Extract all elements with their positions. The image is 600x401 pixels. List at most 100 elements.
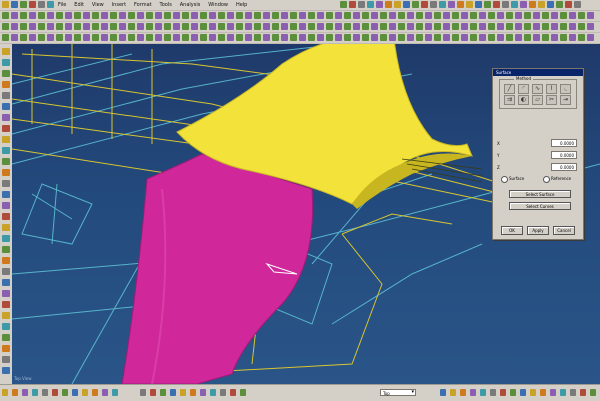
view-select[interactable]: Top bbox=[380, 389, 416, 396]
geometry-tool-icon[interactable] bbox=[398, 23, 405, 30]
standard-tool-icon[interactable] bbox=[371, 12, 378, 19]
standard-tool-icon[interactable] bbox=[191, 12, 198, 19]
view-tool-icon[interactable] bbox=[137, 34, 144, 41]
standard-tool-icon[interactable] bbox=[155, 12, 162, 19]
view-tool-icon[interactable] bbox=[335, 34, 342, 41]
view-tool-icon[interactable] bbox=[254, 34, 261, 41]
view-tool-icon[interactable] bbox=[299, 34, 306, 41]
view-tool-icon[interactable] bbox=[83, 34, 90, 41]
view-tool-icon[interactable] bbox=[515, 34, 522, 41]
geometry-tool-icon[interactable] bbox=[425, 23, 432, 30]
view-tool-icon[interactable] bbox=[403, 1, 410, 8]
standard-tool-icon[interactable] bbox=[74, 12, 81, 19]
blend-tool-icon[interactable]: ◐ bbox=[518, 95, 529, 105]
geometry-tool-icon[interactable] bbox=[344, 23, 351, 30]
standard-tool-icon[interactable] bbox=[38, 12, 45, 19]
view-tool-icon[interactable] bbox=[218, 34, 225, 41]
view-tool-icon[interactable] bbox=[443, 34, 450, 41]
y-field[interactable]: 0.0000 bbox=[551, 151, 577, 159]
standard-tool-icon[interactable] bbox=[470, 12, 477, 19]
view-tool-icon[interactable] bbox=[560, 34, 567, 41]
geometry-tool-icon[interactable] bbox=[137, 23, 144, 30]
geometry-tool-icon[interactable] bbox=[389, 23, 396, 30]
view-tool-icon[interactable] bbox=[110, 34, 117, 41]
menu-analysis[interactable]: Analysis bbox=[180, 2, 201, 8]
status-tool-icon[interactable] bbox=[220, 389, 226, 396]
geometry-tool-icon[interactable] bbox=[497, 23, 504, 30]
view-tool-icon[interactable] bbox=[547, 1, 554, 8]
view-tool-icon[interactable] bbox=[11, 34, 18, 41]
view-tool-icon[interactable] bbox=[74, 34, 81, 41]
standard-tool-icon[interactable] bbox=[272, 12, 279, 19]
view-tool-icon[interactable] bbox=[173, 34, 180, 41]
standard-tool-icon[interactable] bbox=[47, 12, 54, 19]
geometry-tool-icon[interactable] bbox=[434, 23, 441, 30]
standard-tool-icon[interactable] bbox=[542, 12, 549, 19]
geometry-tool-icon[interactable] bbox=[479, 23, 486, 30]
view-tool-icon[interactable] bbox=[146, 34, 153, 41]
arc-tool-icon[interactable]: ◜ bbox=[518, 84, 529, 94]
standard-tool-icon[interactable] bbox=[326, 12, 333, 19]
geometry-tool-icon[interactable] bbox=[56, 23, 63, 30]
geometry-tool-icon[interactable] bbox=[209, 23, 216, 30]
standard-tool-icon[interactable] bbox=[578, 12, 585, 19]
status-tool-icon[interactable] bbox=[550, 389, 556, 396]
standard-tool-icon[interactable] bbox=[497, 12, 504, 19]
view-tool-icon[interactable] bbox=[506, 34, 513, 41]
standard-tool-icon[interactable] bbox=[587, 12, 594, 19]
status-tool-icon[interactable] bbox=[560, 389, 566, 396]
status-tool-icon[interactable] bbox=[240, 389, 246, 396]
view-tool-icon[interactable] bbox=[47, 34, 54, 41]
standard-tool-icon[interactable] bbox=[425, 12, 432, 19]
geometry-tool-icon[interactable] bbox=[83, 23, 90, 30]
view-tool-icon[interactable] bbox=[425, 34, 432, 41]
geometry-tool-icon[interactable] bbox=[191, 23, 198, 30]
geometry-tool-icon[interactable] bbox=[128, 23, 135, 30]
standard-tool-icon[interactable] bbox=[218, 12, 225, 19]
view-tool-icon[interactable] bbox=[497, 34, 504, 41]
standard-tool-icon[interactable] bbox=[335, 12, 342, 19]
view-tool-icon[interactable] bbox=[2, 34, 9, 41]
sketch-tool-icon[interactable] bbox=[2, 224, 10, 231]
file-tool-icon[interactable] bbox=[11, 1, 18, 8]
sketch-tool-icon[interactable] bbox=[2, 279, 10, 286]
status-tool-icon[interactable] bbox=[200, 389, 206, 396]
select-surface-button[interactable]: Select Surface bbox=[509, 190, 571, 198]
view-tool-icon[interactable] bbox=[421, 1, 428, 8]
status-tool-icon[interactable] bbox=[570, 389, 576, 396]
geometry-tool-icon[interactable] bbox=[47, 23, 54, 30]
standard-tool-icon[interactable] bbox=[461, 12, 468, 19]
line-tool-icon[interactable]: ╱ bbox=[504, 84, 515, 94]
view-tool-icon[interactable] bbox=[308, 34, 315, 41]
sketch-tool-icon[interactable] bbox=[2, 81, 10, 88]
file-tool-icon[interactable] bbox=[38, 1, 45, 8]
view-tool-icon[interactable] bbox=[394, 1, 401, 8]
status-tool-icon[interactable] bbox=[102, 389, 108, 396]
geometry-tool-icon[interactable] bbox=[173, 23, 180, 30]
standard-tool-icon[interactable] bbox=[119, 12, 126, 19]
geometry-tool-icon[interactable] bbox=[254, 23, 261, 30]
extend-tool-icon[interactable]: ⇥ bbox=[560, 95, 571, 105]
view-tool-icon[interactable] bbox=[290, 34, 297, 41]
geometry-tool-icon[interactable] bbox=[155, 23, 162, 30]
status-tool-icon[interactable] bbox=[12, 389, 18, 396]
geometry-tool-icon[interactable] bbox=[119, 23, 126, 30]
file-tool-icon[interactable] bbox=[47, 1, 54, 8]
sketch-tool-icon[interactable] bbox=[2, 290, 10, 297]
view-tool-icon[interactable] bbox=[452, 34, 459, 41]
status-tool-icon[interactable] bbox=[180, 389, 186, 396]
view-tool-icon[interactable] bbox=[376, 1, 383, 8]
standard-tool-icon[interactable] bbox=[380, 12, 387, 19]
standard-tool-icon[interactable] bbox=[569, 12, 576, 19]
standard-tool-icon[interactable] bbox=[506, 12, 513, 19]
view-tool-icon[interactable] bbox=[182, 34, 189, 41]
menu-help[interactable]: Help bbox=[236, 2, 247, 8]
geometry-tool-icon[interactable] bbox=[416, 23, 423, 30]
spline-tool-icon[interactable]: ⌇ bbox=[546, 84, 557, 94]
sketch-tool-icon[interactable] bbox=[2, 191, 10, 198]
status-tool-icon[interactable] bbox=[580, 389, 586, 396]
menu-edit[interactable]: Edit bbox=[74, 2, 84, 8]
standard-tool-icon[interactable] bbox=[11, 12, 18, 19]
view-tool-icon[interactable] bbox=[209, 34, 216, 41]
status-tool-icon[interactable] bbox=[230, 389, 236, 396]
